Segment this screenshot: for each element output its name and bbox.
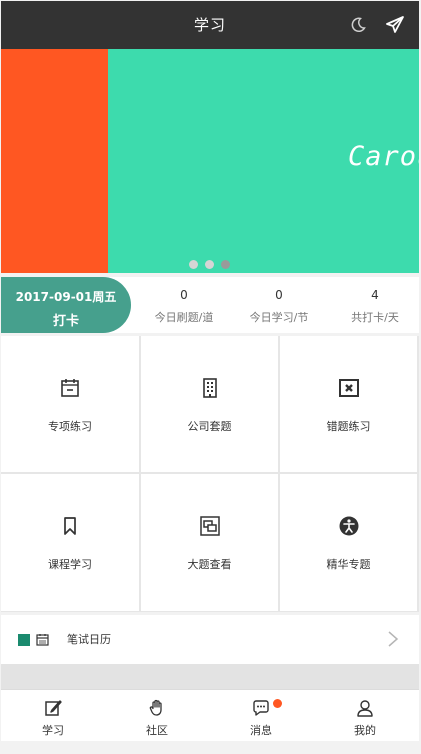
stat-value: 0: [275, 288, 283, 302]
grid-item-label: 专项练习: [48, 420, 92, 433]
top-bar: 学习: [1, 1, 419, 49]
unread-badge: [273, 699, 282, 708]
section-marker: [18, 634, 30, 646]
carousel-slide-current[interactable]: Carousel: [108, 49, 419, 273]
stat-label: 共打卡/天: [351, 311, 399, 324]
tab-study[interactable]: 学习: [1, 690, 105, 742]
paper-plane-icon[interactable]: [386, 16, 404, 34]
grid-item-courses[interactable]: 课程学习: [1, 474, 139, 611]
grid-item-company-sets[interactable]: 公司套题: [141, 336, 278, 472]
stat-today-questions: 0 今日刷题/道: [136, 277, 232, 333]
screens-icon: [199, 516, 220, 536]
bottom-tab-bar: 学习 社区 消息 我的: [1, 689, 419, 741]
chevron-right-icon: [388, 631, 399, 647]
grid-item-big-questions[interactable]: 大题查看: [141, 474, 278, 611]
tab-label: 学习: [42, 724, 64, 737]
moon-icon[interactable]: [350, 17, 366, 33]
grid-item-label: 课程学习: [48, 558, 92, 571]
grid-item-label: 错题练习: [326, 420, 371, 433]
grid-item-wrong-questions[interactable]: 错题练习: [280, 336, 417, 472]
feature-grid: 专项练习 公司套题 错题练习 课程学习 大题查看 精华专题: [1, 336, 419, 612]
bookmark-icon: [64, 517, 76, 535]
banner-carousel[interactable]: Carousel: [1, 49, 419, 273]
tab-messages[interactable]: 消息: [209, 690, 313, 742]
x-box-icon: [338, 379, 359, 397]
hand-icon: [149, 699, 162, 716]
grid-item-featured-topics[interactable]: 精华专题: [280, 474, 417, 611]
carousel-dots: [189, 260, 230, 269]
stat-label: 今日刷题/道: [154, 311, 214, 324]
checkin-date: 2017-09-01周五: [15, 290, 117, 304]
exam-calendar-row[interactable]: 笔试日历: [1, 615, 419, 664]
tab-community[interactable]: 社区: [105, 690, 209, 742]
accessibility-icon: [339, 516, 358, 536]
tab-mine[interactable]: 我的: [313, 690, 417, 742]
stat-value: 0: [180, 288, 188, 302]
building-icon: [202, 378, 217, 398]
checkin-label: 打卡: [52, 314, 79, 329]
exam-calendar-label: 笔试日历: [67, 633, 111, 646]
carousel-dot-3[interactable]: [221, 260, 230, 269]
edit-icon: [45, 700, 62, 716]
carousel-dot-1[interactable]: [189, 260, 198, 269]
app: 学习 Carousel 2017-09-01周五 打卡 0 今日刷题/道: [0, 0, 421, 754]
stat-total-checkins: 4 共打卡/天: [327, 277, 421, 333]
stat-label: 今日学习/节: [249, 311, 309, 324]
tab-label: 消息: [250, 724, 272, 737]
grid-item-label: 大题查看: [187, 558, 232, 571]
checkin-button[interactable]: 2017-09-01周五 打卡: [1, 277, 131, 333]
grid-item-special-practice[interactable]: 专项练习: [1, 336, 139, 472]
chat-icon: [253, 700, 269, 716]
content-divider: [1, 664, 419, 690]
stat-today-lessons: 0 今日学习/节: [231, 277, 327, 333]
user-icon: [357, 700, 373, 717]
carousel-caption: Carousel: [348, 141, 419, 172]
calendar-icon: [61, 379, 79, 397]
stats-bar: 2017-09-01周五 打卡 0 今日刷题/道 0 今日学习/节 4 共打卡/…: [1, 277, 419, 333]
tab-label: 社区: [146, 724, 168, 737]
grid-item-label: 公司套题: [187, 420, 232, 433]
carousel-dot-2[interactable]: [205, 260, 214, 269]
grid-item-label: 精华专题: [326, 558, 371, 571]
stat-value: 4: [371, 288, 379, 302]
tab-label: 我的: [354, 724, 376, 737]
calendar-small-icon: [36, 634, 49, 646]
carousel-slide-previous: [1, 49, 108, 273]
